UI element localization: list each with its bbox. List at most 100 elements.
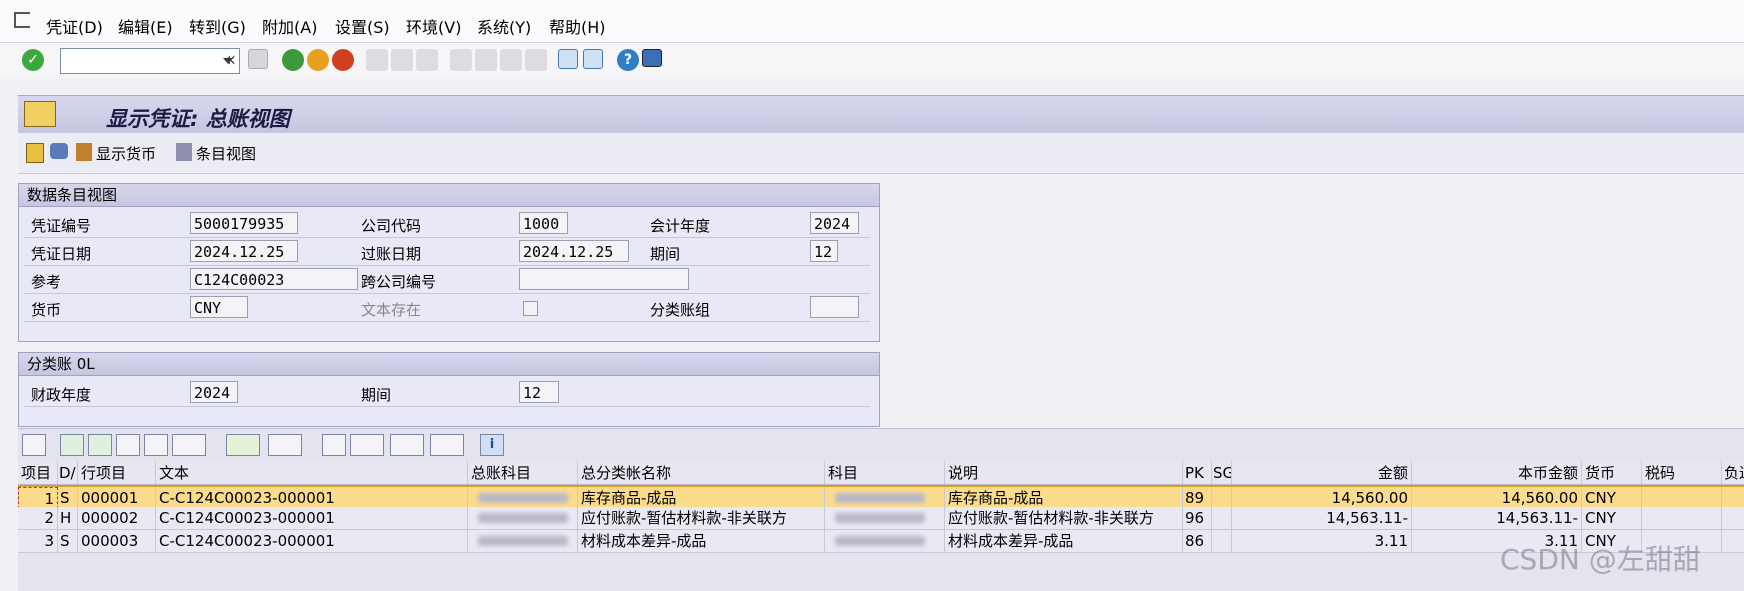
- create-shortcut-icon[interactable]: [583, 49, 603, 69]
- account-cell[interactable]: [825, 487, 945, 509]
- col-header-gl-name[interactable]: 总分类帐名称: [578, 461, 825, 485]
- posting-date-field[interactable]: 2024.12.25: [519, 240, 629, 262]
- back-arrows-icon[interactable]: «: [224, 49, 246, 71]
- exit-icon[interactable]: [307, 49, 329, 71]
- menu-system[interactable]: 系统(Y): [477, 14, 531, 38]
- col-header-description[interactable]: 说明: [945, 461, 1183, 485]
- application-toolbar: 显示货币 条目视图: [18, 133, 1744, 174]
- text-cell: C-C124C00023-000001: [156, 487, 468, 509]
- account-cell[interactable]: [825, 507, 945, 529]
- redacted-mark: [478, 513, 568, 523]
- col-header-posting-key[interactable]: PK: [1183, 461, 1212, 485]
- sort-ascending-icon[interactable]: [60, 434, 84, 456]
- menu-settings[interactable]: 设置(S): [335, 14, 390, 38]
- debit-credit-cell: S: [58, 487, 78, 509]
- col-header-gl-account[interactable]: 总账科目: [468, 461, 578, 485]
- gl-account-cell[interactable]: [468, 530, 578, 552]
- ledger-group-field[interactable]: [810, 296, 859, 318]
- other-document-icon[interactable]: [26, 143, 44, 163]
- currency-field[interactable]: CNY: [190, 296, 248, 318]
- cancel-icon[interactable]: [332, 49, 354, 71]
- next-page-icon[interactable]: [500, 49, 522, 71]
- cross-company-label: 跨公司编号: [361, 273, 437, 291]
- find-icon[interactable]: [116, 434, 140, 456]
- doc-no-field[interactable]: 5000179935: [190, 212, 298, 234]
- col-header-tax-code[interactable]: 税码: [1642, 461, 1722, 485]
- menu-edit[interactable]: 编辑(E): [118, 14, 173, 38]
- gl-account-cell[interactable]: [468, 507, 578, 529]
- gui-menu-icon[interactable]: [24, 101, 56, 127]
- col-header-amount[interactable]: 金额: [1232, 461, 1412, 485]
- sort-descending-icon[interactable]: [88, 434, 112, 456]
- save-icon[interactable]: [248, 49, 268, 69]
- line-item-cell: 000002: [78, 507, 156, 529]
- ledger-group-label: 分类账组: [650, 301, 711, 319]
- sum-icon[interactable]: [226, 434, 260, 456]
- layout-icon[interactable]: [430, 434, 464, 456]
- col-header-account[interactable]: 科目: [825, 461, 945, 485]
- new-session-icon[interactable]: [558, 49, 578, 69]
- ledger-fiscal-year-field[interactable]: 2024: [190, 381, 238, 403]
- table-row[interactable]: 1 S 000001 C-C124C00023-000001 库存商品-成品 库…: [18, 485, 1744, 509]
- ledger-period-field[interactable]: 12: [519, 381, 559, 403]
- posting-key-cell: 86: [1183, 530, 1212, 552]
- col-header-negative-posting[interactable]: 负过账: [1722, 461, 1744, 485]
- col-header-special-gl[interactable]: SG: [1212, 461, 1232, 485]
- account-cell[interactable]: [825, 530, 945, 552]
- menu-extras[interactable]: 附加(A): [262, 14, 317, 38]
- find-icon[interactable]: [391, 49, 413, 71]
- table-row[interactable]: 2 H 000002 C-C124C00023-000001 应付账款-暂估材料…: [18, 507, 1744, 530]
- info-icon[interactable]: i: [480, 434, 504, 456]
- text-exists-checkbox[interactable]: [523, 301, 538, 316]
- line-item-cell: 000003: [78, 530, 156, 552]
- redacted-mark: [478, 493, 568, 503]
- print-icon[interactable]: [366, 49, 388, 71]
- col-header-item[interactable]: 项目: [18, 461, 58, 485]
- doc-date-field[interactable]: 2024.12.25: [190, 240, 298, 262]
- company-code-field[interactable]: 1000: [519, 212, 568, 234]
- col-header-local-amount[interactable]: 本币金额: [1412, 461, 1582, 485]
- prev-page-icon[interactable]: [475, 49, 497, 71]
- period-label: 期间: [650, 245, 681, 263]
- export-icon[interactable]: [390, 434, 424, 456]
- gl-account-cell[interactable]: [468, 487, 578, 509]
- col-header-text[interactable]: 文本: [156, 461, 468, 485]
- fiscal-year-field[interactable]: 2024: [810, 212, 859, 234]
- customize-layout-icon[interactable]: [642, 49, 662, 67]
- row-divider: [24, 293, 870, 294]
- line-item-cell: 000001: [78, 487, 156, 509]
- last-page-icon[interactable]: [525, 49, 547, 71]
- subtotal-icon[interactable]: [268, 434, 302, 456]
- redacted-mark: [478, 536, 568, 546]
- row-divider: [24, 237, 870, 238]
- period-field[interactable]: 12: [810, 240, 838, 262]
- cross-company-field[interactable]: [519, 268, 689, 290]
- col-header-currency[interactable]: 货币: [1582, 461, 1642, 485]
- find-next-icon[interactable]: [144, 434, 168, 456]
- menu-goto[interactable]: 转到(G): [189, 14, 246, 38]
- reference-field[interactable]: C124C00023: [190, 268, 358, 290]
- special-gl-cell: [1212, 507, 1232, 529]
- filter-icon[interactable]: [172, 434, 206, 456]
- detail-icon[interactable]: [22, 434, 46, 456]
- enter-check-icon[interactable]: ✓: [22, 49, 44, 71]
- menu-exit-icon[interactable]: [14, 12, 30, 28]
- table-row[interactable]: 3 S 000003 C-C124C00023-000001 材料成本差异-成品…: [18, 530, 1744, 553]
- col-header-debit-credit[interactable]: D/: [58, 461, 78, 485]
- doc-no-label: 凭证编号: [31, 217, 92, 235]
- find-next-icon[interactable]: [416, 49, 438, 71]
- negative-posting-cell: [1722, 530, 1744, 552]
- views-icon[interactable]: [350, 434, 384, 456]
- menu-help[interactable]: 帮助(H): [549, 14, 606, 38]
- gl-name-cell: 应付账款-暂估材料款-非关联方: [578, 507, 825, 529]
- command-field[interactable]: [60, 48, 240, 74]
- menu-voucher[interactable]: 凭证(D): [46, 14, 103, 38]
- menu-environment[interactable]: 环境(V): [406, 14, 461, 38]
- currency-label: 货币: [31, 301, 62, 319]
- first-page-icon[interactable]: [450, 49, 472, 71]
- display-change-icon[interactable]: [50, 143, 68, 159]
- back-icon[interactable]: [282, 49, 304, 71]
- col-header-line-item[interactable]: 行项目: [78, 461, 156, 485]
- help-icon[interactable]: ?: [617, 49, 639, 71]
- print-preview-icon[interactable]: [322, 434, 346, 456]
